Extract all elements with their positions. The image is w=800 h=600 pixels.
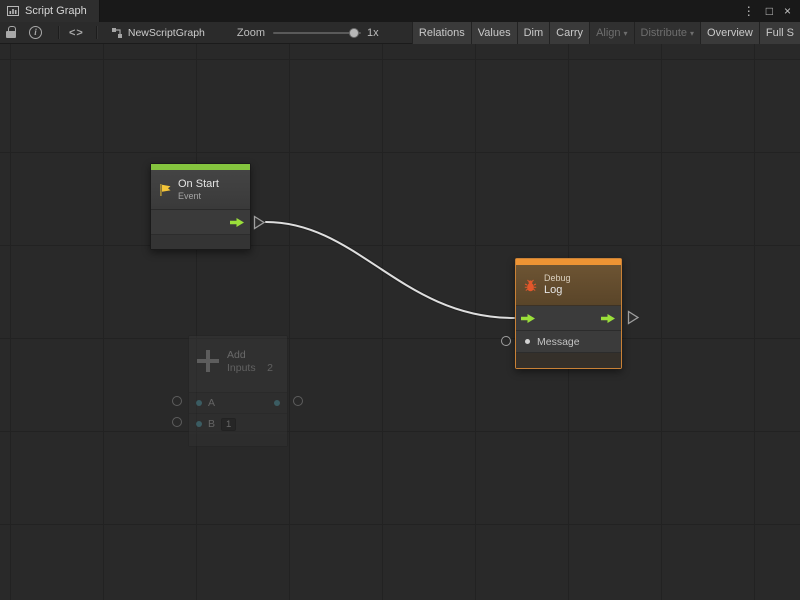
graph-toolbar: i <> NewScriptGraph Zoom 1x Relations Va… <box>0 22 800 44</box>
maximize-icon[interactable]: □ <box>766 0 773 22</box>
tab-title: Script Graph <box>25 5 87 17</box>
fullscreen-button[interactable]: Full S <box>759 22 800 44</box>
on-start-header: On Start Event <box>151 170 250 210</box>
flow-start-marker-icon[interactable] <box>253 215 266 230</box>
chevron-down-icon: ▾ <box>690 29 694 38</box>
zoom-knob[interactable] <box>349 28 359 38</box>
node-add[interactable]: Add Inputs 2 A B 1 <box>188 335 288 447</box>
bug-icon <box>523 278 538 293</box>
node-subtitle: Event <box>178 191 219 202</box>
node-category: Debug <box>544 273 571 284</box>
flow-output-marker-icon[interactable] <box>627 310 640 325</box>
chevron-down-icon: ▾ <box>624 29 628 38</box>
node-title: Add <box>227 349 273 362</box>
tab-script-graph[interactable]: Script Graph <box>0 0 100 22</box>
titlebar: Script Graph ⋮ □ × <box>0 0 800 22</box>
toolbar-buttons: Relations Values Dim Carry Align▾ Distri… <box>412 22 800 44</box>
dim-button[interactable]: Dim <box>517 22 550 44</box>
script-graph-window: Script Graph ⋮ □ × i <> NewScriptGraph Z… <box>0 0 800 600</box>
close-icon[interactable]: × <box>784 0 791 22</box>
add-output-marker-icon[interactable] <box>293 396 303 406</box>
add-input-b-row: B 1 <box>189 413 287 434</box>
connection-on-start-to-log[interactable] <box>0 44 800 600</box>
align-dropdown[interactable]: Align▾ <box>589 22 633 44</box>
node-footer <box>516 353 621 368</box>
flag-icon <box>158 183 172 197</box>
add-input-a-marker-icon[interactable] <box>172 396 182 406</box>
info-icon[interactable]: i <box>29 26 42 39</box>
flow-output-port-icon[interactable] <box>230 217 245 228</box>
add-input-a-row: A <box>189 392 287 413</box>
zoom-slider[interactable] <box>273 32 361 34</box>
graph-canvas[interactable]: On Start Event <box>0 44 800 600</box>
debug-flow-port-row <box>516 306 621 331</box>
input-b-value-field[interactable]: 1 <box>221 418 236 431</box>
flow-input-port-icon[interactable] <box>521 313 536 324</box>
node-debug-log[interactable]: Debug Log Message <box>515 258 622 369</box>
node-footer <box>189 434 287 446</box>
message-port-label: Message <box>537 336 580 348</box>
on-start-port-row <box>151 210 250 235</box>
kebab-menu-icon[interactable]: ⋮ <box>743 0 755 22</box>
code-icon[interactable]: <> <box>69 27 84 39</box>
node-footer <box>151 235 250 249</box>
carry-button[interactable]: Carry <box>549 22 589 44</box>
input-b-label: B <box>208 418 215 430</box>
input-count: 2 <box>267 362 273 375</box>
lock-icon[interactable] <box>6 31 16 38</box>
debug-log-header: Debug Log <box>516 265 621 306</box>
node-on-start[interactable]: On Start Event <box>150 163 251 250</box>
add-input-b-marker-icon[interactable] <box>172 417 182 427</box>
window-controls: ⋮ □ × <box>743 0 800 22</box>
zoom-label: Zoom <box>237 27 265 39</box>
distribute-dropdown[interactable]: Distribute▾ <box>634 22 700 44</box>
node-title: On Start <box>178 178 219 191</box>
zoom-value: 1x <box>367 27 379 39</box>
overview-button[interactable]: Overview <box>700 22 759 44</box>
debug-message-port-row: Message <box>516 331 621 353</box>
values-button[interactable]: Values <box>471 22 517 44</box>
value-input-port-icon[interactable] <box>196 421 202 427</box>
relations-button[interactable]: Relations <box>412 22 471 44</box>
graph-name-label: NewScriptGraph <box>128 27 205 39</box>
value-input-port-icon[interactable] <box>525 339 530 344</box>
plus-icon <box>197 349 219 373</box>
add-node-header: Add Inputs 2 <box>189 336 287 392</box>
value-input-port-icon[interactable] <box>196 400 202 406</box>
node-title: Log <box>544 284 571 297</box>
flow-output-port-icon[interactable] <box>601 313 616 324</box>
input-a-label: A <box>208 397 215 409</box>
graph-asset-icon <box>111 27 123 39</box>
value-output-port-icon[interactable] <box>274 400 280 406</box>
message-input-marker-icon[interactable] <box>501 336 511 346</box>
node-subtitle: Inputs <box>227 362 256 375</box>
graph-window-icon <box>7 5 19 17</box>
